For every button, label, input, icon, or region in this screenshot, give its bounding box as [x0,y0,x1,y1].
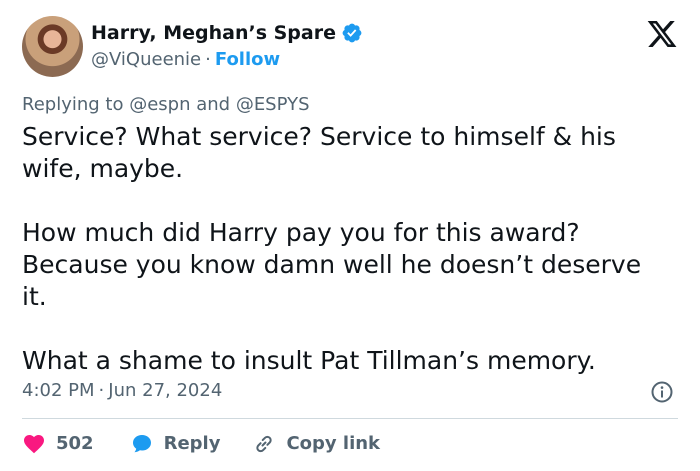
tweet-paragraph: Service? What service? Service to himsel… [22,122,616,183]
mention-espys[interactable]: @ESPYS [236,94,310,115]
reply-button[interactable]: Reply [130,432,221,456]
account-name-row: Harry, Meghan’s Spare [91,21,363,45]
like-count: 502 [56,433,94,454]
tweet-text: Service? What service? Service to himsel… [22,121,682,377]
replying-to-line: Replying to @espn and @ESPYS [22,94,310,116]
tweet-timestamp[interactable]: 4:02 PM · Jun 27, 2024 [22,379,222,403]
handle-separator: · [205,49,211,70]
follow-button[interactable]: Follow [215,49,280,70]
reply-label: Reply [163,433,221,454]
like-button[interactable]: 502 [22,432,94,456]
copy-link-label: Copy link [286,433,381,454]
tweet-time: 4:02 PM [22,380,95,401]
handle-row: @ViQueenie · Follow [91,49,280,71]
display-name[interactable]: Harry, Meghan’s Spare [91,21,336,45]
tweet-paragraph: What a shame to insult Pat Tillman’s mem… [22,346,596,375]
verified-badge-icon [342,23,362,43]
info-icon[interactable] [650,380,674,404]
mention-espn[interactable]: @espn [129,94,190,115]
link-icon [256,435,273,453]
speech-bubble-icon [132,435,151,453]
avatar[interactable] [22,16,83,77]
tweet-date: Jun 27, 2024 [108,380,223,401]
replying-conjunction: and [190,94,236,115]
handle[interactable]: @ViQueenie [91,49,201,70]
copy-link-button[interactable]: Copy link [252,432,380,456]
tweet-card: Harry, Meghan’s Spare @ViQueenie · Follow … [0,0,700,471]
heart-icon [24,435,44,454]
timestamp-separator: · [98,380,105,401]
x-logo-icon[interactable] [646,18,678,50]
divider [22,418,678,419]
replying-prefix: Replying to [22,94,130,115]
tweet-paragraph: How much did Harry pay you for this awar… [22,218,642,311]
action-bar: 502 Reply Copy link [22,430,380,458]
